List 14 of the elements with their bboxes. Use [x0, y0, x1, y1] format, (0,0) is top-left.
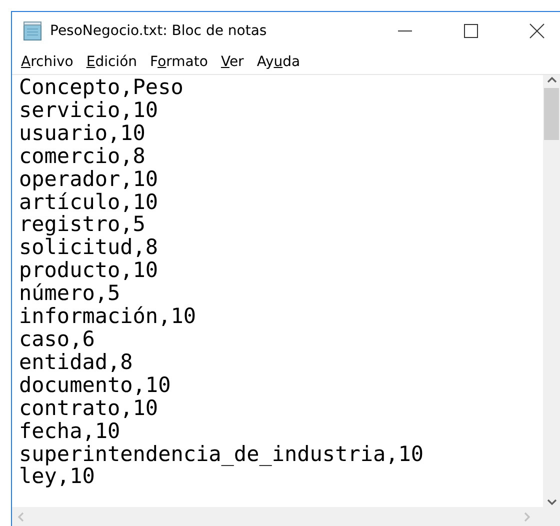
notepad-icon	[22, 21, 44, 41]
scrollbar-thumb[interactable]	[544, 88, 559, 140]
menu-item[interactable]: Formato	[149, 54, 214, 70]
minimize-icon	[398, 30, 412, 32]
text-editor-field[interactable]: Concepto,Peso servicio,10 usuario,10 comercio,8 operador,10 artículo,10 registro,5 solicitud,8 producto,10 número,5 información,10 caso,6 entidad,8 documento,10 contrato,10 fecha,10 superintendencia_de_industria,10 ley,10	[12, 75, 543, 507]
menu-item[interactable]: Edición	[85, 54, 144, 70]
close-icon	[529, 23, 545, 39]
menu-item[interactable]: Archivo	[20, 54, 80, 70]
maximize-icon	[464, 24, 478, 38]
scroll-down-icon[interactable]	[546, 497, 556, 507]
menu-item[interactable]: Ver	[220, 54, 250, 70]
menu-item[interactable]: Ayuda	[256, 54, 306, 70]
scroll-up-icon[interactable]	[546, 75, 556, 85]
window-title: PesoNegocio.txt: Bloc de notas	[50, 23, 267, 39]
